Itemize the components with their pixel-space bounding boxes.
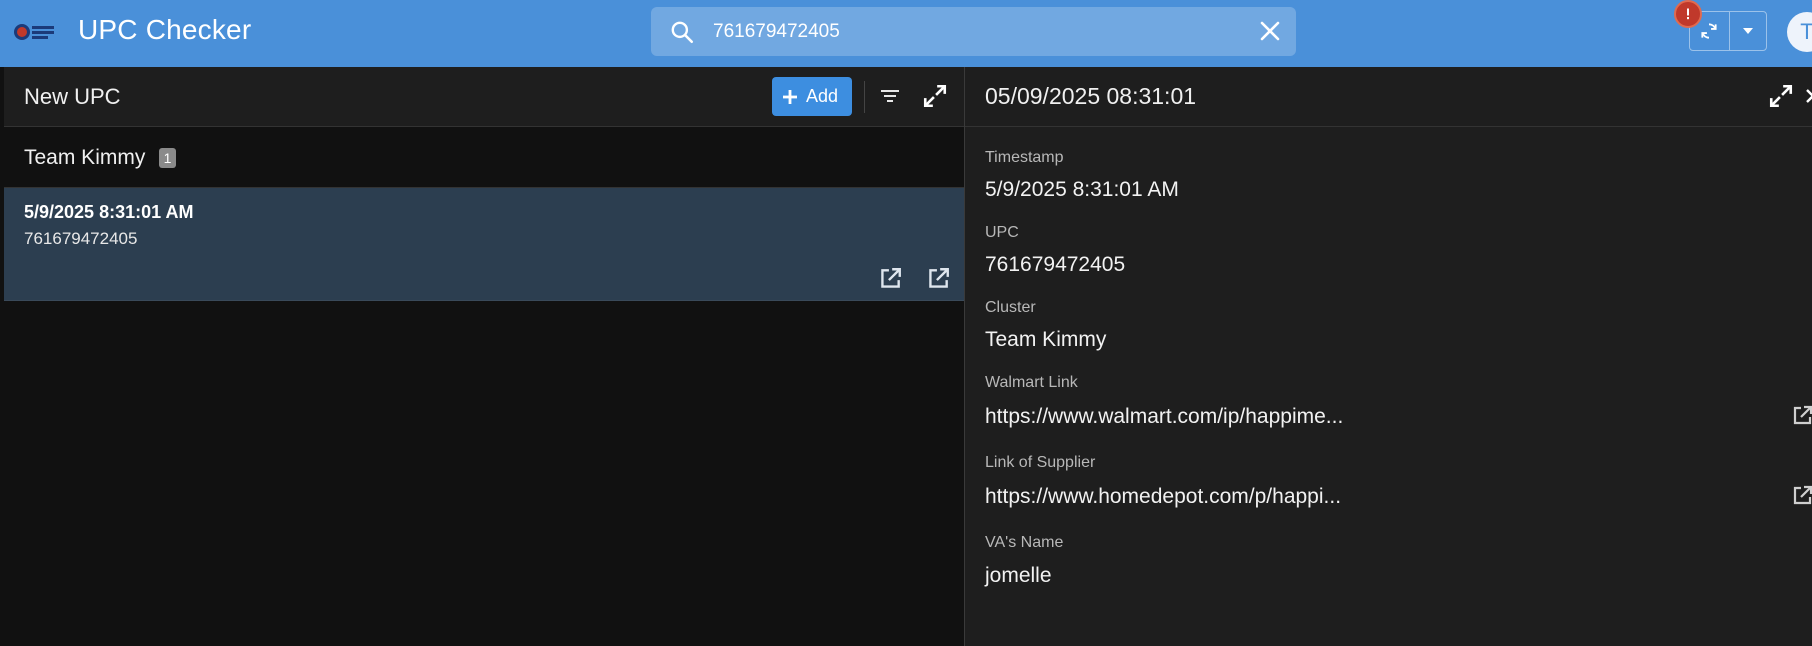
sync-icon [1701, 23, 1717, 39]
expand-icon[interactable] [922, 83, 948, 114]
caret-down-icon [1743, 28, 1753, 34]
filter-icon[interactable] [879, 85, 901, 112]
field-label-supplier-link: Link of Supplier [985, 454, 1096, 471]
record-upc: 761679472405 [24, 229, 138, 248]
header-divider [864, 81, 865, 113]
field-value-walmart-link[interactable]: https://www.walmart.com/ip/happime... [985, 405, 1343, 429]
add-button-label: Add [806, 86, 839, 106]
field-label-upc: UPC [985, 224, 1019, 241]
group-header-team[interactable]: Team Kimmy 1 [4, 128, 964, 188]
record-list-panel: New UPC Add Team Kimmy 1 5/9/2025 8:31:0… [4, 67, 964, 646]
list-item[interactable]: 5/9/2025 8:31:01 AM 761679472405 [4, 188, 964, 301]
open-supplier-link-icon[interactable] [925, 266, 951, 297]
add-button[interactable]: Add [772, 77, 852, 116]
open-walmart-link-icon[interactable] [1790, 404, 1812, 433]
close-detail-icon[interactable] [1805, 83, 1812, 114]
field-value-upc: 761679472405 [985, 253, 1126, 276]
top-bar: UPC Checker T [0, 0, 1812, 67]
field-value-supplier-link[interactable]: https://www.homedepot.com/p/happi... [985, 485, 1341, 509]
field-label-timestamp: Timestamp [985, 149, 1064, 166]
record-timestamp: 5/9/2025 8:31:01 AM [24, 202, 194, 222]
search-icon [669, 19, 695, 50]
detail-header: 05/09/2025 08:31:01 [965, 67, 1812, 127]
expand-detail-icon[interactable] [1768, 83, 1794, 114]
search-input[interactable] [713, 7, 1193, 56]
open-walmart-link-icon[interactable] [877, 266, 903, 297]
group-count-badge: 1 [159, 148, 176, 168]
user-avatar[interactable]: T [1787, 12, 1812, 52]
list-title: New UPC [24, 84, 121, 109]
open-supplier-link-icon[interactable] [1790, 484, 1812, 513]
group-name: Team Kimmy [24, 146, 146, 169]
search-bar[interactable] [651, 7, 1296, 56]
field-label-cluster: Cluster [985, 299, 1036, 316]
field-label-va-name: VA's Name [985, 534, 1064, 551]
field-label-walmart-link: Walmart Link [985, 374, 1078, 391]
clear-search-icon[interactable] [1258, 19, 1282, 48]
list-header: New UPC Add [4, 67, 964, 127]
field-value-va-name: jomelle [985, 564, 1052, 587]
record-detail-panel: 05/09/2025 08:31:01 Timestamp 5/9/2025 8… [964, 67, 1812, 646]
detail-title: 05/09/2025 08:31:01 [985, 83, 1197, 109]
field-value-timestamp: 5/9/2025 8:31:01 AM [985, 178, 1179, 201]
company-logo [12, 20, 58, 44]
field-value-cluster: Team Kimmy [985, 328, 1107, 351]
sync-options-button[interactable] [1730, 12, 1767, 50]
plus-icon [783, 90, 797, 104]
app-title: UPC Checker [78, 14, 252, 45]
alert-icon[interactable] [1674, 0, 1702, 28]
